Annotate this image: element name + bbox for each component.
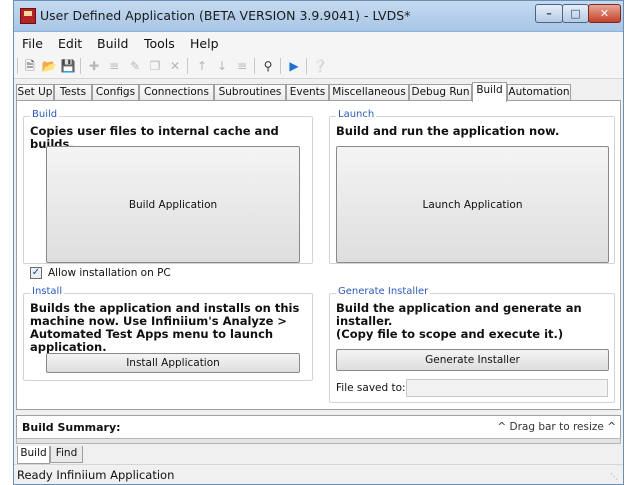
add-sub-icon[interactable]: ≡ bbox=[106, 58, 122, 74]
minimize-button[interactable]: – bbox=[535, 4, 563, 23]
close-button[interactable]: ✕ bbox=[588, 4, 621, 23]
menu-build[interactable]: Build bbox=[97, 36, 128, 51]
toolbar-separator bbox=[80, 58, 81, 74]
tab-build[interactable]: Build bbox=[472, 82, 507, 102]
tab-connections[interactable]: Connections bbox=[139, 84, 214, 101]
file-saved-label: File saved to: bbox=[336, 382, 406, 394]
tab-set-up[interactable]: Set Up bbox=[16, 84, 54, 101]
build-application-label: Build Application bbox=[128, 198, 218, 211]
title-bar[interactable]: User Defined Application (BETA VERSION 3… bbox=[14, 1, 623, 32]
drag-resize-hint: ^ Drag bar to resize ^ bbox=[497, 421, 616, 433]
menu-tools[interactable]: Tools bbox=[144, 36, 175, 51]
toolbar-grip bbox=[17, 58, 18, 74]
generate-installer-group-label: Generate Installer bbox=[336, 286, 431, 297]
install-group-label: Install bbox=[30, 286, 65, 297]
install-group: Install Builds the application and insta… bbox=[23, 286, 313, 381]
insert-icon[interactable]: ≡ bbox=[234, 58, 250, 74]
close-icon: ✕ bbox=[599, 7, 610, 20]
toolbar-separator bbox=[254, 58, 255, 74]
generate-installer-description: Build the application and generate an in… bbox=[336, 302, 614, 341]
allow-install-label[interactable]: Allow installation on PC bbox=[48, 267, 171, 279]
launch-application-label: Launch Application bbox=[422, 198, 523, 211]
install-application-label: Install Application bbox=[126, 357, 220, 369]
toolbar-separator bbox=[306, 58, 307, 74]
launch-description: Build and run the application now. bbox=[336, 124, 560, 138]
application-window: User Defined Application (BETA VERSION 3… bbox=[13, 0, 624, 485]
output-tabs: Build Find bbox=[14, 446, 623, 464]
installer-desc-line: (Copy file to scope and execute it.) bbox=[336, 327, 564, 341]
minimize-icon: – bbox=[546, 7, 552, 20]
file-saved-field[interactable] bbox=[406, 379, 608, 397]
open-folder-icon[interactable]: 📂 bbox=[41, 58, 57, 74]
tab-configs[interactable]: Configs bbox=[92, 84, 139, 101]
tab-debug-run[interactable]: Debug Run bbox=[409, 84, 472, 101]
build-group-label: Build bbox=[30, 109, 60, 120]
add-icon[interactable]: ✚ bbox=[86, 58, 102, 74]
help-icon[interactable]: ❔ bbox=[312, 58, 328, 74]
output-tab-find[interactable]: Find bbox=[50, 446, 83, 463]
status-text: Ready Infiniium Application bbox=[17, 468, 175, 482]
window-title: User Defined Application (BETA VERSION 3… bbox=[40, 8, 411, 23]
launch-group-label: Launch bbox=[336, 109, 377, 120]
launch-group: Launch Build and run the application now… bbox=[329, 109, 615, 264]
generate-installer-label: Generate Installer bbox=[425, 354, 520, 366]
move-up-icon[interactable]: ↑ bbox=[194, 58, 210, 74]
delete-icon[interactable]: ✕ bbox=[167, 58, 183, 74]
launch-application-button[interactable]: Launch Application bbox=[336, 146, 609, 263]
tab-tests[interactable]: Tests bbox=[54, 84, 92, 101]
allow-install-checkbox[interactable]: ✓ bbox=[30, 267, 42, 279]
menu-bar: File Edit Build Tools Help bbox=[14, 32, 623, 54]
menu-help[interactable]: Help bbox=[190, 36, 219, 51]
main-tabs: Set Up Tests Configs Connections Subrout… bbox=[14, 82, 623, 102]
tab-miscellaneous[interactable]: Miscellaneous bbox=[329, 84, 409, 101]
output-tab-build[interactable]: Build bbox=[17, 446, 50, 464]
move-down-icon[interactable]: ↓ bbox=[214, 58, 230, 74]
save-icon[interactable]: 💾 bbox=[60, 58, 76, 74]
edit-icon[interactable]: ✎ bbox=[127, 58, 143, 74]
install-desc-line: Automated Test Apps menu to launch appli… bbox=[30, 327, 274, 354]
maximize-button[interactable]: □ bbox=[562, 4, 589, 23]
menu-edit[interactable]: Edit bbox=[58, 36, 82, 51]
build-group: Build Copies user files to internal cach… bbox=[23, 109, 313, 264]
toolbar-separator bbox=[187, 58, 188, 74]
install-application-button[interactable]: Install Application bbox=[46, 353, 300, 373]
resize-grip-icon[interactable]: ⋱ bbox=[610, 472, 620, 482]
tab-events[interactable]: Events bbox=[286, 84, 329, 101]
build-application-button[interactable]: Build Application bbox=[46, 146, 300, 263]
generate-installer-button[interactable]: Generate Installer bbox=[336, 349, 609, 371]
build-tab-panel: Build Copies user files to internal cach… bbox=[16, 100, 621, 410]
build-summary-bar[interactable]: Build Summary: ^ Drag bar to resize ^ bbox=[16, 415, 621, 439]
build-summary-title: Build Summary: bbox=[22, 421, 121, 434]
menu-file[interactable]: File bbox=[22, 36, 43, 51]
toolbar: 🗎 📂 💾 ✚ ≡ ✎ ❐ ✕ ↑ ↓ ≡ ⚲ ▶ ❔ bbox=[14, 54, 623, 79]
search-icon[interactable]: ⚲ bbox=[260, 58, 276, 74]
status-bar: Ready Infiniium Application ⋱ bbox=[14, 464, 623, 484]
maximize-icon: □ bbox=[570, 7, 581, 20]
app-icon[interactable] bbox=[20, 8, 36, 24]
installer-desc-line: Build the application and generate an in… bbox=[336, 301, 582, 328]
copy-icon[interactable]: ❐ bbox=[147, 58, 163, 74]
build-summary-resize-handle[interactable] bbox=[16, 438, 621, 444]
generate-installer-group: Generate Installer Build the application… bbox=[329, 286, 615, 403]
install-description: Builds the application and installs on t… bbox=[30, 302, 312, 354]
tab-automation[interactable]: Automation bbox=[507, 84, 571, 101]
tab-subroutines[interactable]: Subroutines bbox=[214, 84, 286, 101]
toolbar-separator bbox=[280, 58, 281, 74]
run-icon[interactable]: ▶ bbox=[286, 58, 302, 74]
new-file-icon[interactable]: 🗎 bbox=[22, 58, 38, 74]
